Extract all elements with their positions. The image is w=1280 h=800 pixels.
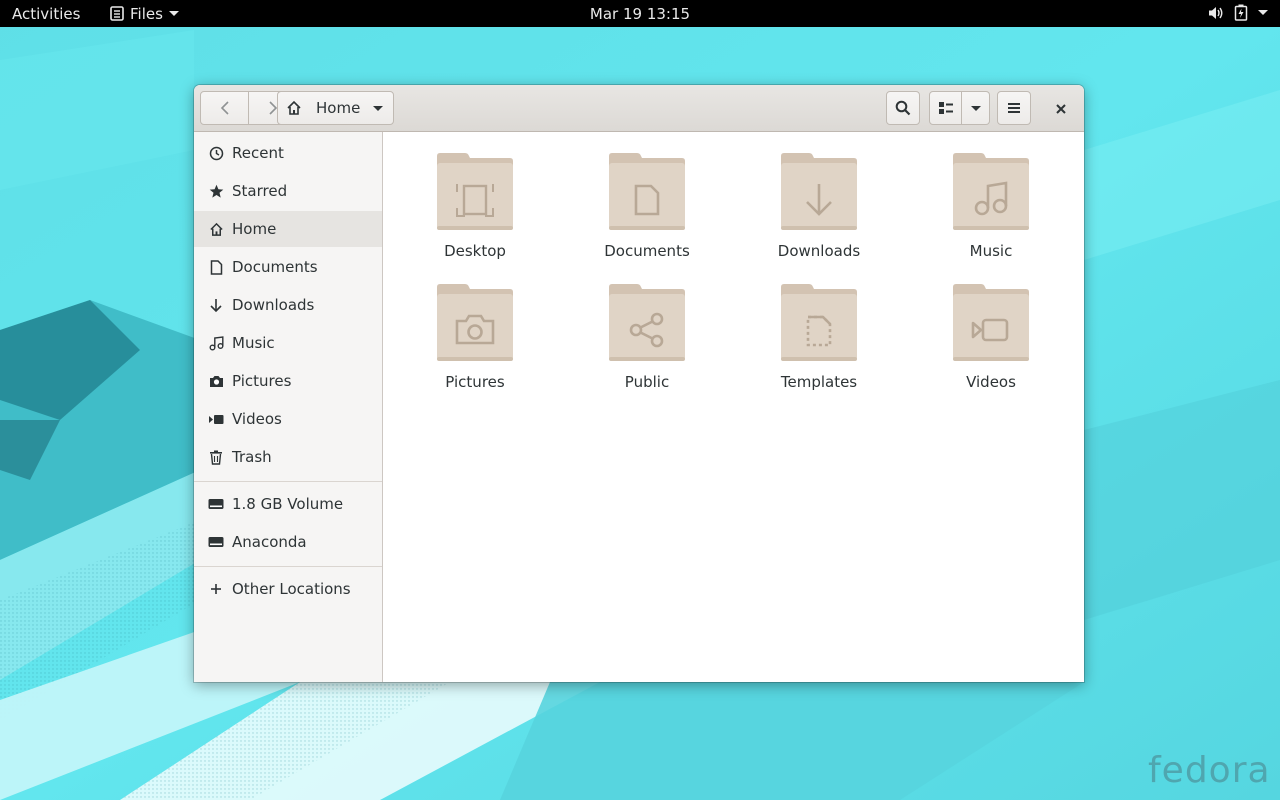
video-icon [208, 411, 224, 427]
folder-label: Documents [604, 242, 690, 260]
download-icon [208, 297, 224, 313]
folder-music[interactable]: Music [926, 144, 1056, 264]
close-button[interactable] [1049, 97, 1073, 121]
header-bar: Home [194, 85, 1084, 132]
chevron-down-icon [168, 11, 179, 16]
folder-label: Public [624, 373, 670, 391]
sidebar-item-pictures[interactable]: Pictures [194, 363, 382, 399]
drive-icon [208, 496, 224, 512]
sidebar-item-label: Trash [232, 448, 272, 466]
view-mode-button[interactable] [929, 91, 962, 125]
main-menu-button[interactable] [997, 91, 1031, 125]
folder-label: Desktop [444, 242, 506, 260]
document-icon [208, 259, 224, 275]
sidebar-item-other-locations[interactable]: Other Locations [194, 571, 382, 607]
sidebar-separator [194, 566, 382, 567]
sidebar-item-label: 1.8 GB Volume [232, 495, 344, 513]
clock-icon [208, 145, 224, 161]
top-bar: Activities Files Mar 19 13:15 [0, 0, 1280, 27]
app-menu-label: Files [130, 4, 163, 23]
view-buttons [929, 91, 990, 125]
star-icon [208, 183, 224, 199]
sidebar-item-label: Videos [232, 410, 282, 428]
sidebar-item-music[interactable]: Music [194, 325, 382, 361]
folder-templates[interactable]: Templates [754, 275, 884, 395]
chevron-down-icon [1258, 10, 1268, 15]
desktop-folder-icon [437, 153, 513, 230]
folder-videos[interactable]: Videos [926, 275, 1056, 395]
sidebar-separator [194, 481, 382, 482]
folder-label: Videos [966, 373, 1016, 391]
fedora-logo: fedora [1148, 750, 1271, 791]
list-view-icon [938, 102, 953, 114]
sidebar-item-label: Starred [232, 182, 288, 200]
sidebar-item-home[interactable]: Home [194, 211, 382, 247]
folder-desktop[interactable]: Desktop [410, 144, 540, 264]
clock[interactable]: Mar 19 13:15 [590, 5, 690, 23]
path-bar-label: Home [316, 99, 361, 117]
sidebar-item-label: Pictures [232, 372, 292, 390]
sidebar-item-starred[interactable]: Starred [194, 173, 382, 209]
chevron-left-icon [220, 101, 229, 115]
home-icon [208, 221, 224, 237]
sidebar-item-label: Music [232, 334, 275, 352]
app-menu[interactable]: Files [110, 3, 179, 24]
documents-folder-icon [609, 153, 685, 230]
files-app-icon [110, 6, 124, 21]
templates-folder-icon [781, 284, 857, 361]
trash-icon [208, 449, 224, 465]
chevron-down-icon [373, 106, 383, 111]
search-button[interactable] [886, 91, 920, 125]
home-icon [287, 100, 301, 115]
sidebar-item-label: Anaconda [232, 533, 307, 551]
view-options-button[interactable] [962, 91, 990, 125]
public-folder-icon [609, 284, 685, 361]
back-button[interactable] [200, 91, 249, 125]
folder-downloads[interactable]: Downloads [754, 144, 884, 264]
drive-icon [208, 534, 224, 550]
chevron-down-icon [970, 105, 981, 111]
sidebar-item-label: Home [232, 220, 277, 238]
close-icon [1056, 104, 1066, 114]
downloads-folder-icon [781, 153, 857, 230]
system-tray[interactable] [1208, 4, 1268, 21]
sidebar-item-downloads[interactable]: Downloads [194, 287, 382, 323]
path-bar-home[interactable]: Home [277, 91, 394, 125]
activities-button[interactable]: Activities [12, 5, 80, 23]
files-window: Home Recent Starred Home Documents Downl… [194, 85, 1084, 682]
sidebar-item-videos[interactable]: Videos [194, 401, 382, 437]
sidebar-item-label: Recent [232, 144, 284, 162]
sidebar-item-label: Other Locations [232, 580, 351, 598]
music-folder-icon [953, 153, 1029, 230]
plus-icon [208, 581, 224, 597]
videos-folder-icon [953, 284, 1029, 361]
file-icon-grid: Desktop Documents Downloads Music Pictur… [383, 132, 1084, 682]
folder-documents[interactable]: Documents [582, 144, 712, 264]
pictures-folder-icon [437, 284, 513, 361]
sidebar: Recent Starred Home Documents Downloads … [194, 132, 383, 682]
sidebar-item-anaconda[interactable]: Anaconda [194, 524, 382, 560]
hamburger-menu-icon [1008, 103, 1020, 113]
camera-icon [208, 373, 224, 389]
folder-label: Music [969, 242, 1013, 260]
folder-pictures[interactable]: Pictures [410, 275, 540, 395]
folder-label: Pictures [445, 373, 505, 391]
sidebar-item-trash[interactable]: Trash [194, 439, 382, 475]
sidebar-item-documents[interactable]: Documents [194, 249, 382, 285]
sidebar-item-volume[interactable]: 1.8 GB Volume [194, 486, 382, 522]
sidebar-item-label: Downloads [232, 296, 315, 314]
search-icon [895, 100, 911, 116]
folder-label: Downloads [777, 242, 861, 260]
sidebar-item-recent[interactable]: Recent [194, 135, 382, 171]
folder-public[interactable]: Public [582, 275, 712, 395]
volume-icon [1209, 6, 1223, 19]
sidebar-item-label: Documents [232, 258, 318, 276]
music-icon [208, 335, 224, 351]
battery-icon [1234, 4, 1248, 21]
folder-label: Templates [780, 373, 858, 391]
